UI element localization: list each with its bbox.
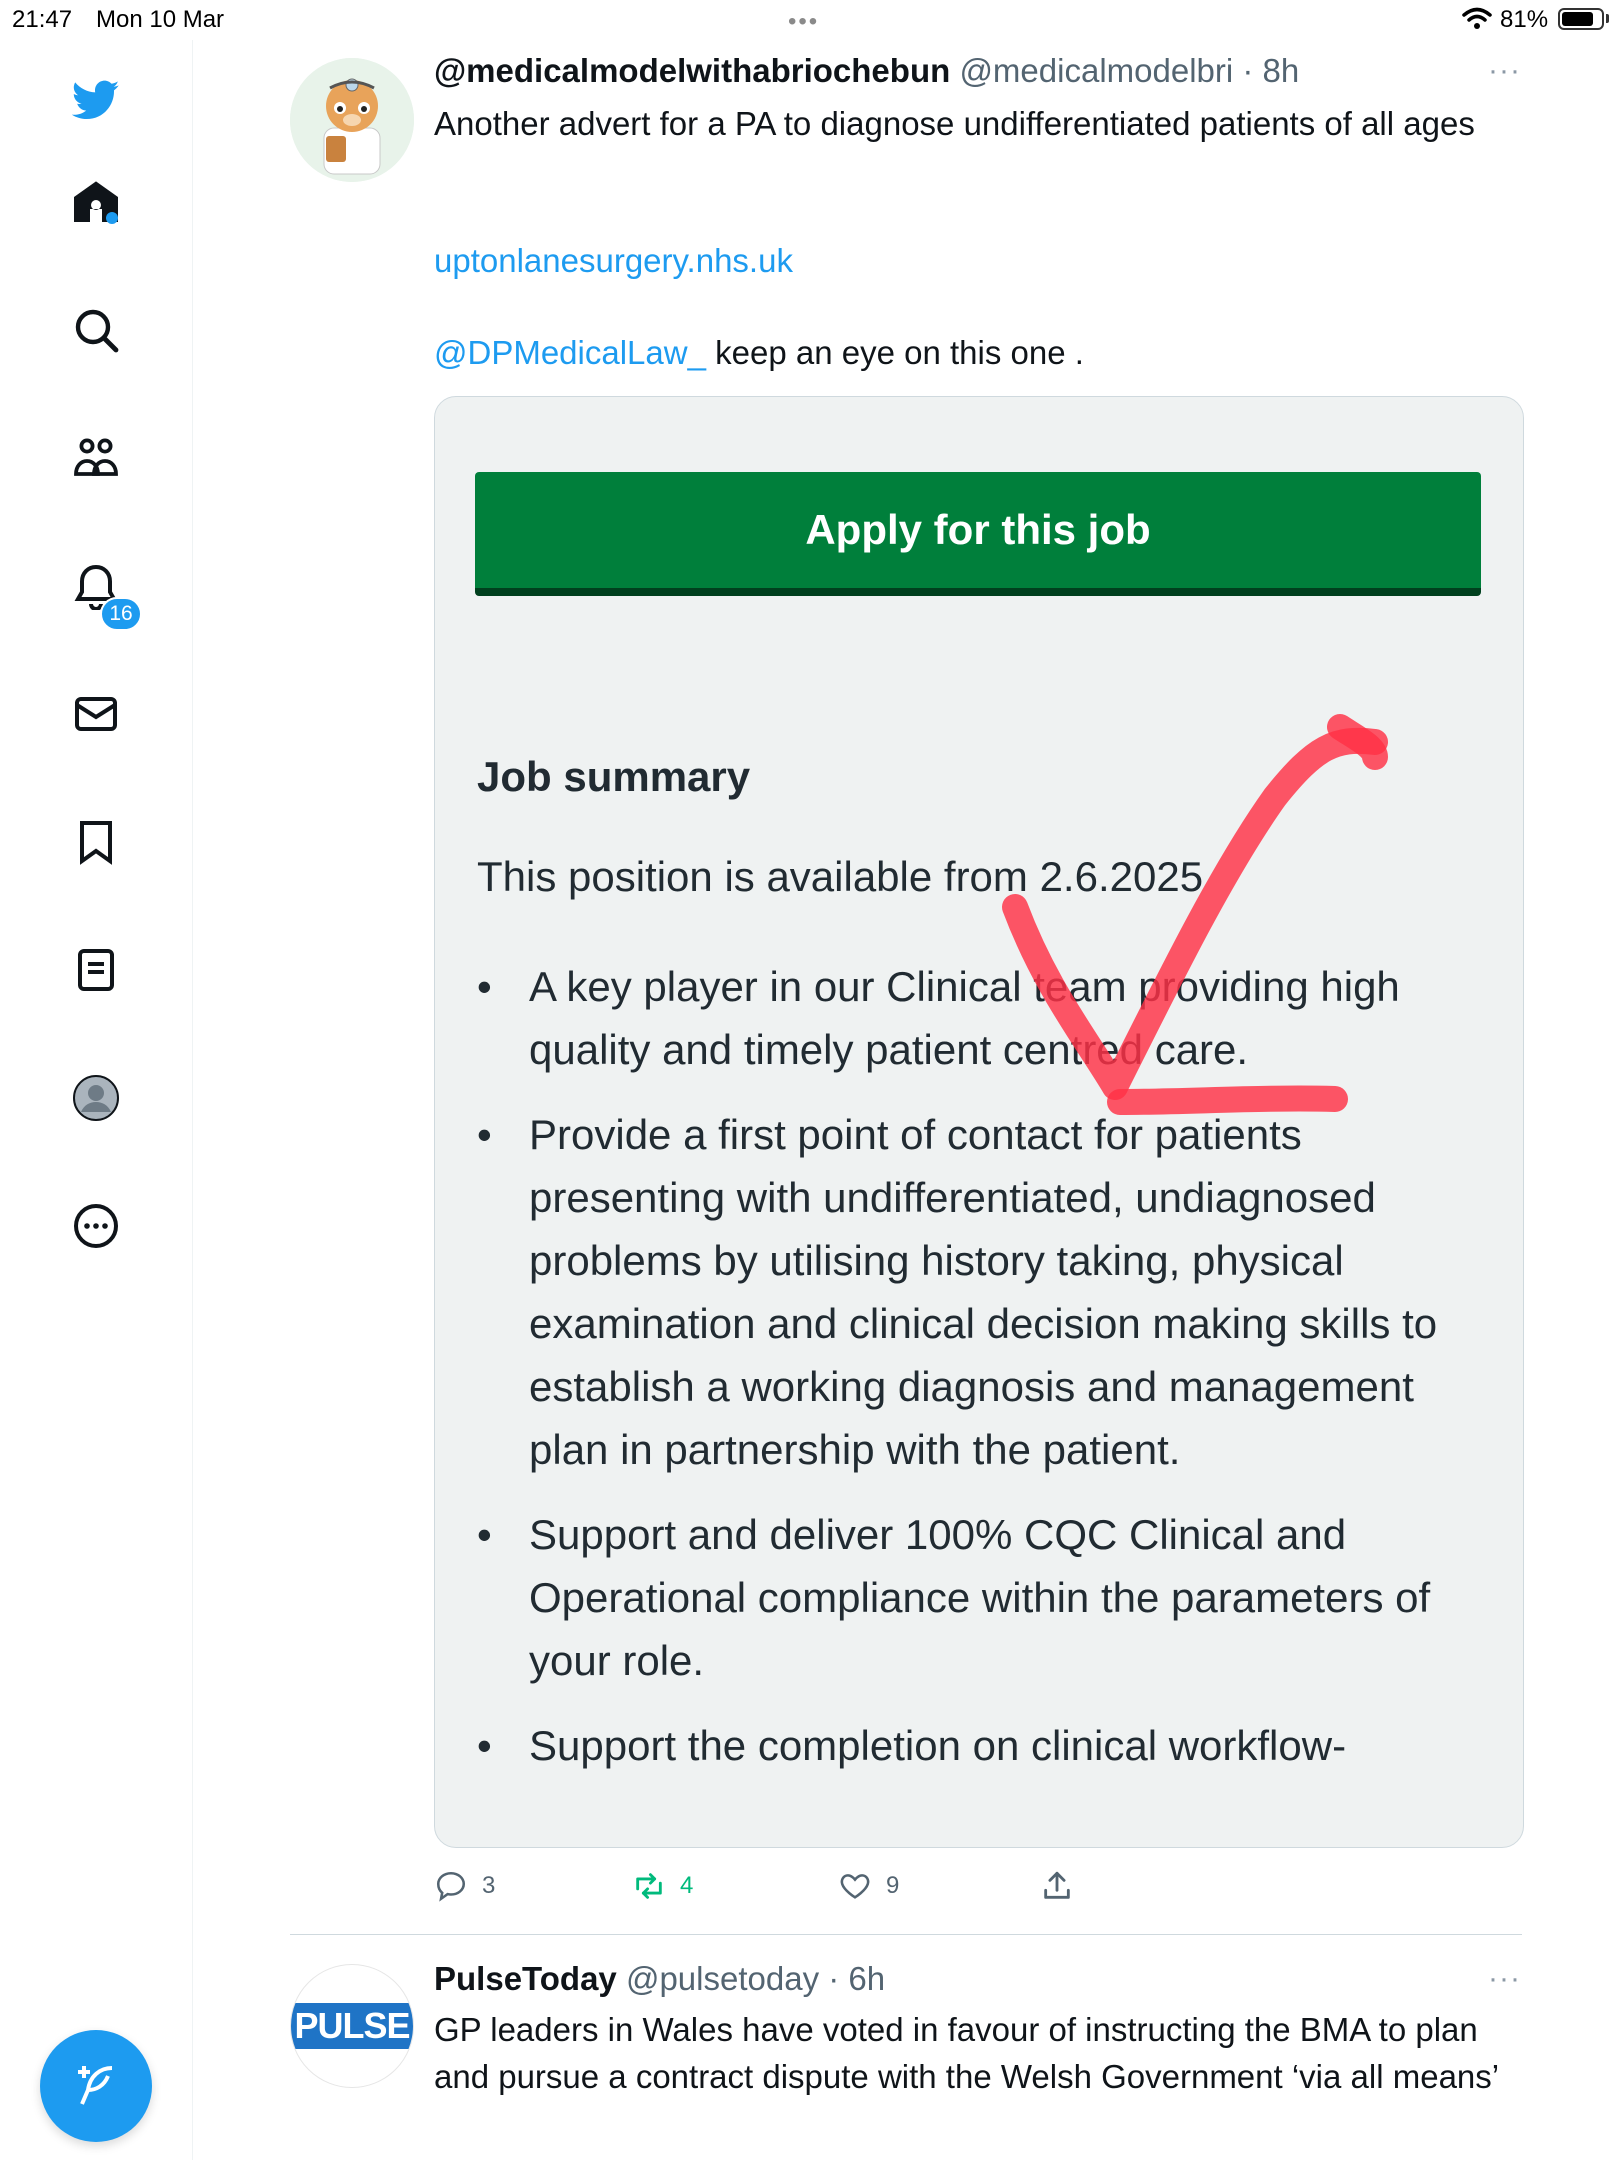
home-unread-dot [106, 212, 118, 224]
heart-icon [840, 1874, 870, 1899]
home-icon[interactable] [66, 172, 126, 232]
job-bullet-1: A key player in our Clinical team provid… [477, 955, 1477, 1081]
communities-icon[interactable] [66, 428, 126, 488]
tweet2-more-icon[interactable]: ··· [1488, 1962, 1521, 1996]
like-button[interactable]: 9 [838, 1866, 899, 1906]
status-time: 21:47 [12, 6, 73, 33]
bookmark-icon[interactable] [66, 812, 126, 872]
retweet-icon [636, 1873, 662, 1899]
sidebar: 16 [0, 40, 193, 2160]
like-count: 9 [886, 1872, 900, 1899]
tweet-divider [290, 1934, 1522, 1935]
messages-envelope-icon[interactable] [66, 684, 126, 744]
tweet-mention-line: @DPMedicalLaw_ keep an eye on this one . [434, 334, 1084, 372]
share-button[interactable] [1040, 1866, 1074, 1906]
tweet2-time: · 6h [828, 1960, 886, 1997]
tweet2-handle[interactable]: @pulsetoday [626, 1960, 819, 1997]
apply-for-job-button: Apply for this job [475, 472, 1481, 596]
reply-bubble-icon [436, 1871, 466, 1902]
battery-icon [1558, 8, 1604, 30]
share-upload-icon [1044, 1871, 1070, 1899]
job-summary-heading: Job summary [477, 753, 751, 800]
lists-icon[interactable] [66, 940, 126, 1000]
multitasking-dots-icon[interactable]: ••• [788, 8, 819, 36]
author-handle[interactable]: @medicalmodelbri [959, 52, 1233, 89]
author-avatar[interactable] [290, 58, 414, 182]
tweet-text: Another advert for a PA to diagnose undi… [434, 105, 1475, 142]
battery-level-fill [1562, 12, 1593, 26]
compose-feather-icon[interactable] [40, 2030, 152, 2142]
pulse-avatar[interactable]: PULSE [290, 1964, 414, 2088]
status-date: Mon 10 Mar [96, 6, 225, 33]
tweet-image[interactable]: ​ Apply for this job Job summary This po… [434, 396, 1524, 1848]
job-bullet-4: Support the completion on clinical workf… [477, 1714, 1477, 1777]
tweet2-text: GP leaders in Wales have voted in favour… [434, 2011, 1500, 2095]
battery-tip [1606, 14, 1609, 23]
job-bullet-list: A key player in our Clinical team provid… [477, 955, 1477, 1799]
mention-link[interactable]: @DPMedicalLaw_ [434, 334, 706, 371]
twitter-bird-icon[interactable] [66, 70, 126, 130]
profile-avatar-icon[interactable] [66, 1068, 126, 1128]
battery-percent: 81% [1500, 6, 1549, 33]
job-bullet-2: Provide a first point of contact for pat… [477, 1103, 1477, 1481]
tweet-link[interactable]: uptonlanesurgery.nhs.uk [434, 242, 793, 280]
job-availability: This position is available from 2.6.2025 [477, 853, 1204, 900]
tweet-header: @medicalmodelwithabriochebun @medicalmod… [434, 52, 1299, 90]
cartoon-doctor-hamster-avatar-icon [290, 58, 414, 182]
wifi-icon [1462, 7, 1492, 29]
retweet-count: 4 [680, 1872, 694, 1899]
reply-button[interactable]: 3 [434, 1866, 495, 1906]
search-icon[interactable] [66, 300, 126, 360]
status-bar: 21:47 Mon 10 Mar ••• 81% [0, 0, 1620, 40]
reply-count: 3 [482, 1872, 496, 1899]
more-circle-icon[interactable] [66, 1196, 126, 1256]
notifications-badge: 16 [100, 597, 142, 631]
job-bullet-3: Support and deliver 100% CQC Clinical an… [477, 1503, 1477, 1692]
pulse-logo-text: PULSE [291, 2003, 413, 2049]
tweet-time: · 8h [1242, 52, 1300, 89]
author-display-name[interactable]: @medicalmodelwithabriochebun [434, 52, 950, 89]
tweet-more-icon[interactable]: ··· [1488, 54, 1521, 88]
retweet-button[interactable]: 4 [632, 1866, 693, 1906]
tweet2-display-name[interactable]: PulseToday [434, 1960, 617, 1997]
tweet2-header: PulseToday @pulsetoday · 6h [434, 1960, 885, 1998]
mention-text: keep an eye on this one . [705, 334, 1084, 371]
